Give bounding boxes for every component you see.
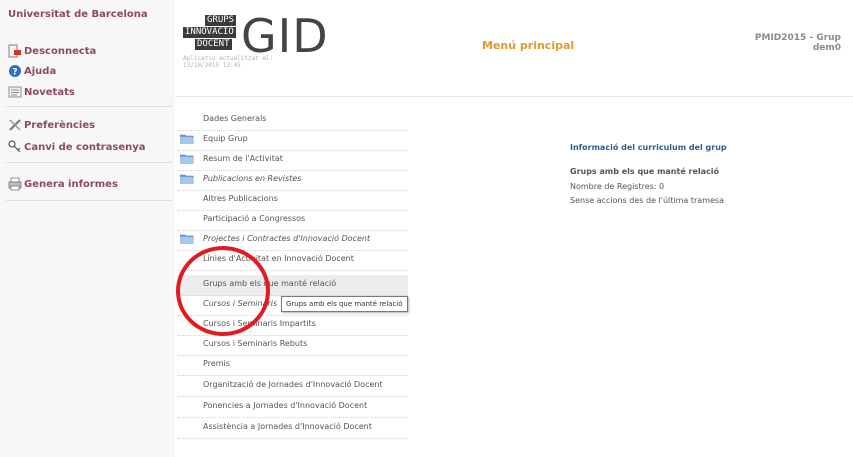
menu-item[interactable]: Cursos i Seminaris Impartits <box>178 315 408 336</box>
menu-item[interactable]: Premis <box>178 355 408 376</box>
sidebar-item-preferences[interactable]: Preferències <box>8 118 95 132</box>
last-updated-date: 13/10/2015 13:45 <box>183 62 241 69</box>
menu-item-active[interactable]: Grups amb els que manté relació <box>178 275 408 296</box>
menu-item[interactable]: Dades Generals <box>178 110 408 131</box>
info-subheading: Grups amb els que manté relació <box>570 167 720 176</box>
menu-item-label: Cursos i Seminaris Impartits <box>203 319 316 328</box>
university-name: Universitat de Barcelona <box>8 9 148 20</box>
sidebar-item-reports[interactable]: Genera informes <box>8 177 118 191</box>
group-name-line1: PMID2015 - Grup <box>754 33 841 43</box>
menu-item[interactable]: Publicacions en Revistes <box>178 170 408 191</box>
menu-item[interactable]: Ponencies a Jornades d'Innovació Docent <box>178 397 408 418</box>
sidebar-item-label: Desconnecta <box>24 45 97 57</box>
folder-icon <box>179 134 194 145</box>
actions-status: Sense accions des de l'última tramesa <box>570 196 724 205</box>
svg-text:?: ? <box>12 68 17 78</box>
menu-item-label: Assistència a Jornades d'Innovació Docen… <box>203 422 372 431</box>
news-icon <box>8 85 22 99</box>
header-divider <box>175 96 853 97</box>
menu-item[interactable]: Resum de l'Activitat <box>178 150 408 171</box>
menu-item-label: Publicacions en Revistes <box>203 174 302 183</box>
sidebar-item-help[interactable]: ? Ajuda <box>8 64 56 78</box>
menu-item-label: Altres Publicacions <box>203 194 278 203</box>
sidebar-item-label: Canvi de contrasenya <box>24 141 146 153</box>
menu-item-label: Cursos i Seminaris Rebuts <box>203 339 308 348</box>
folder-icon <box>179 174 194 185</box>
last-updated-label: Aplicatiu actualitzat el: <box>183 55 274 62</box>
menu-item[interactable]: Participació a Congressos <box>178 210 408 231</box>
menu-item-label: Cursos i Seminaris <box>203 299 278 308</box>
menu-item-label: Equip Grup <box>203 134 248 143</box>
menu-item-label: Organització de Jornades d'Innovació Doc… <box>203 380 383 389</box>
sidebar-item-label: Ajuda <box>24 65 57 77</box>
menu-item-label: Grups amb els que manté relació <box>203 279 337 288</box>
logout-icon <box>8 44 22 58</box>
menu-item-label: Dades Generals <box>203 114 267 123</box>
sidebar-item-news[interactable]: Novetats <box>8 85 75 99</box>
menu-item-label: Línies d'Activitat en Innovació Docent <box>203 254 354 263</box>
help-icon: ? <box>8 64 22 78</box>
menu-item-label: Projectes i Contractes d'Innovació Docen… <box>203 234 371 243</box>
info-heading: Informació del curriculum del grup <box>570 143 727 152</box>
menu-item[interactable]: Altres Publicacions <box>178 190 408 211</box>
sidebar-item-change-password[interactable]: Canvi de contrasenya <box>8 140 146 154</box>
tooltip: Grups amb els que manté relació <box>281 296 408 312</box>
logo-line-innovacio: INNOVACIÓ <box>183 27 236 38</box>
key-icon <box>8 140 22 154</box>
folder-icon <box>179 234 194 245</box>
sidebar-divider <box>6 200 171 201</box>
sidebar-item-label: Novetats <box>24 86 75 98</box>
folder-icon <box>179 154 194 165</box>
menu-item[interactable]: Projectes i Contractes d'Innovació Docen… <box>178 230 408 251</box>
menu-item[interactable]: Assistència a Jornades d'Innovació Docen… <box>178 418 408 439</box>
menu-item-label: Ponencies a Jornades d'Innovació Docent <box>203 401 368 410</box>
sidebar-divider <box>6 162 171 163</box>
menu-item-label: Participació a Congressos <box>203 214 306 223</box>
last-updated: Aplicatiu actualitzat el: 13/10/2015 13:… <box>183 55 303 69</box>
printer-icon <box>8 177 22 191</box>
group-name: PMID2015 - Grup dem0 <box>728 33 841 53</box>
sidebar: Universitat de Barcelona Desconnecta ? A… <box>0 0 175 457</box>
sidebar-item-logout[interactable]: Desconnecta <box>8 44 96 58</box>
sidebar-item-label: Genera informes <box>24 178 118 190</box>
menu-item-label: Premis <box>203 359 230 368</box>
group-name-line2: dem0 <box>812 43 841 53</box>
logo-line-docent: DOCENT <box>195 39 232 50</box>
sidebar-divider <box>6 106 171 107</box>
menu-item[interactable]: Organització de Jornades d'Innovació Doc… <box>178 376 408 397</box>
records-count: Nombre de Registres: 0 <box>570 182 665 191</box>
page-title: Menú principal <box>482 39 575 52</box>
sidebar-item-label: Preferències <box>24 119 96 131</box>
menu-item[interactable]: Cursos i Seminaris Rebuts <box>178 335 408 356</box>
menu-item[interactable]: Línies d'Activitat en Innovació Docent <box>178 250 408 271</box>
menu-item[interactable]: Equip Grup <box>178 130 408 151</box>
menu-item-label: Resum de l'Activitat <box>203 154 283 163</box>
logo-line-grups: GRUPS <box>205 15 237 26</box>
tools-icon <box>8 118 22 132</box>
